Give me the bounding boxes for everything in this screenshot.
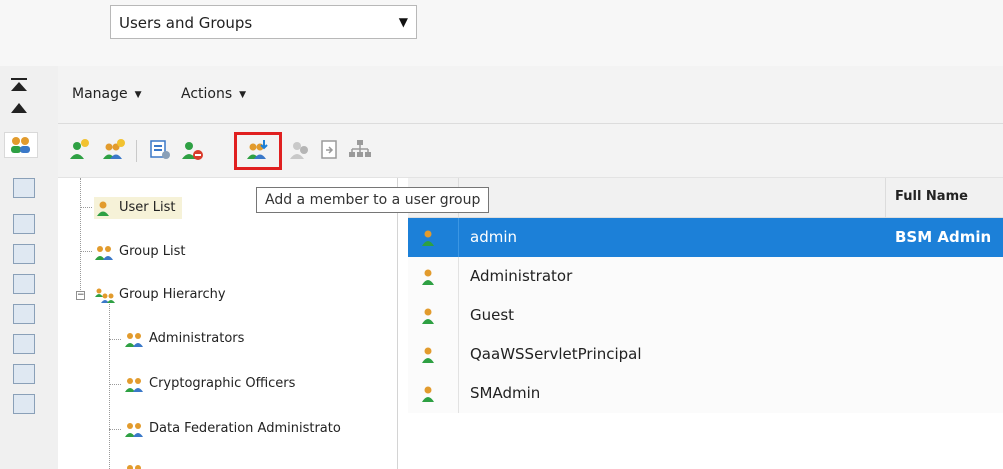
manage-caret-icon: ▼ bbox=[134, 90, 142, 100]
group-icon bbox=[95, 245, 113, 260]
table-row[interactable]: Administrator bbox=[408, 257, 1003, 296]
group-hierarchy-expander[interactable]: − bbox=[76, 291, 85, 300]
tree-item-data-federation-administrators[interactable]: Data Federation Administrato bbox=[124, 418, 341, 440]
table-row[interactable]: QaaWSServletPrincipal bbox=[408, 335, 1003, 374]
new-user-icon[interactable] bbox=[67, 138, 91, 162]
tree-item-group-hierarchy[interactable]: Group Hierarchy bbox=[94, 284, 226, 306]
recycle-nav-icon[interactable] bbox=[13, 364, 35, 384]
top-bar: Users and Groups ▼ bbox=[0, 0, 1003, 66]
add-member-tooltip: Add a member to a user group bbox=[256, 187, 490, 213]
highlighted-button-outline bbox=[234, 132, 282, 170]
table-row[interactable]: Guest bbox=[408, 296, 1003, 335]
export-icon[interactable] bbox=[318, 138, 342, 162]
database-nav-icon[interactable] bbox=[13, 244, 35, 264]
universe-nav-icon[interactable] bbox=[13, 334, 35, 354]
tree-guide-line bbox=[109, 429, 121, 430]
group-icon bbox=[127, 464, 141, 469]
row-name: Administrator bbox=[470, 267, 573, 285]
tree-guide-line bbox=[80, 178, 81, 298]
user-icon bbox=[422, 269, 434, 285]
column-header-full-name[interactable]: Full Name bbox=[895, 189, 968, 204]
view-selector-value: Users and Groups bbox=[119, 14, 253, 32]
group-icon bbox=[125, 377, 143, 392]
cell-separator bbox=[458, 335, 459, 374]
table-row[interactable]: SMAdmin bbox=[408, 374, 1003, 413]
row-name: Guest bbox=[470, 306, 515, 324]
new-group-icon[interactable] bbox=[102, 138, 126, 162]
hierarchy-icon[interactable] bbox=[348, 138, 372, 162]
users-groups-nav-icon[interactable] bbox=[4, 132, 38, 158]
remove-user-icon[interactable] bbox=[180, 138, 204, 162]
tree-item-cryptographic-officers[interactable]: Cryptographic Officers bbox=[124, 373, 295, 395]
row-name: SMAdmin bbox=[470, 384, 541, 402]
group-hierarchy-icon bbox=[95, 288, 115, 303]
folders-nav-icon[interactable] bbox=[13, 178, 35, 198]
tree-guide-line bbox=[80, 251, 92, 252]
navigation-tree: − User List Group List Group Hierarchy A… bbox=[58, 178, 398, 469]
tree-item-partial[interactable] bbox=[124, 460, 149, 469]
tree-item-label: Group Hierarchy bbox=[119, 287, 226, 302]
table-header: Full Name bbox=[408, 178, 1003, 218]
manage-menu-label: Manage bbox=[72, 86, 128, 102]
user-security-nav-icon[interactable] bbox=[13, 394, 35, 414]
copy-user-icon[interactable] bbox=[288, 138, 312, 162]
tree-guide-line bbox=[109, 339, 121, 340]
cell-separator bbox=[458, 296, 459, 335]
properties-icon[interactable] bbox=[148, 138, 172, 162]
view-selector-dropdown[interactable]: Users and Groups ▼ bbox=[110, 5, 417, 39]
actions-caret-icon: ▼ bbox=[239, 90, 247, 100]
collapse-up-icon[interactable] bbox=[10, 102, 28, 114]
collapse-all-icon[interactable] bbox=[10, 78, 28, 92]
tree-item-label: Administrators bbox=[149, 331, 245, 346]
tree-item-label: Group List bbox=[119, 244, 186, 259]
group-icon bbox=[125, 422, 143, 437]
cell-separator bbox=[458, 257, 459, 296]
user-icon bbox=[422, 230, 434, 246]
toolbar-separator bbox=[136, 140, 137, 162]
tree-guide-line bbox=[109, 302, 110, 469]
user-icon bbox=[422, 308, 434, 324]
tree-item-label: Data Federation Administrato bbox=[149, 421, 341, 436]
toolbar bbox=[58, 124, 1003, 178]
tree-guide-line bbox=[80, 207, 92, 208]
servers-nav-icon[interactable] bbox=[13, 274, 35, 294]
cell-separator bbox=[458, 218, 459, 257]
user-icon bbox=[97, 201, 109, 216]
table-row[interactable]: admin BSM Admin bbox=[408, 218, 1003, 257]
inbox-nav-icon[interactable] bbox=[13, 214, 35, 234]
manage-menu[interactable]: Manage ▼ bbox=[72, 86, 142, 102]
tree-item-user-list[interactable]: User List bbox=[94, 197, 182, 219]
group-icon bbox=[125, 332, 143, 347]
dropdown-arrow-icon[interactable]: ▼ bbox=[399, 15, 408, 29]
actions-menu-label: Actions bbox=[181, 86, 233, 102]
cell-separator bbox=[458, 374, 459, 413]
replication-nav-icon[interactable] bbox=[13, 304, 35, 324]
left-navigation-bar bbox=[0, 66, 58, 469]
tree-item-administrators[interactable]: Administrators bbox=[124, 328, 244, 350]
tree-item-label: User List bbox=[119, 200, 176, 215]
row-name: admin bbox=[470, 228, 517, 246]
tree-item-group-list[interactable]: Group List bbox=[94, 241, 185, 263]
user-table: Full Name admin BSM Admin Administrator … bbox=[408, 178, 1003, 418]
actions-menu[interactable]: Actions ▼ bbox=[181, 86, 246, 102]
row-full-name: BSM Admin bbox=[895, 228, 992, 246]
user-icon bbox=[422, 386, 434, 402]
menu-bar: Manage ▼ Actions ▼ bbox=[58, 66, 1003, 124]
main-panel: Manage ▼ Actions ▼ − User List Group Lis… bbox=[58, 66, 1003, 469]
column-separator bbox=[885, 178, 886, 218]
user-icon bbox=[422, 347, 434, 363]
tree-guide-line bbox=[109, 384, 121, 385]
tree-item-label: Cryptographic Officers bbox=[149, 376, 296, 391]
row-name: QaaWSServletPrincipal bbox=[470, 345, 642, 363]
